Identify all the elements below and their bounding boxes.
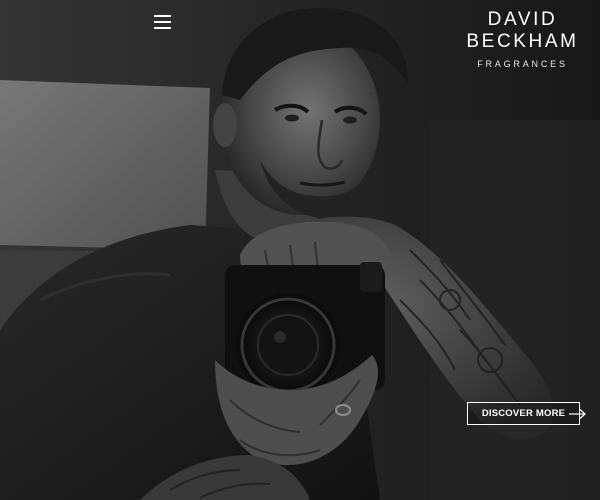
hamburger-menu-icon[interactable]	[153, 13, 173, 31]
menu-line	[154, 27, 171, 29]
brand-name-last: BECKHAM	[466, 31, 579, 52]
hero-banner: DAVID BECKHAM FRAGRANCES DISCOVER MORE	[0, 0, 600, 500]
brand-subline: FRAGRANCES	[477, 59, 568, 69]
hero-photo	[0, 0, 600, 500]
brand-logo[interactable]: DAVID BECKHAM FRAGRANCES	[450, 9, 595, 70]
arrow-right-icon	[569, 409, 586, 419]
discover-more-label: DISCOVER MORE	[481, 408, 566, 419]
discover-more-button[interactable]: DISCOVER MORE	[467, 402, 586, 425]
menu-line	[154, 21, 171, 23]
brand-name-first: DAVID	[487, 9, 558, 30]
menu-line	[154, 15, 171, 17]
